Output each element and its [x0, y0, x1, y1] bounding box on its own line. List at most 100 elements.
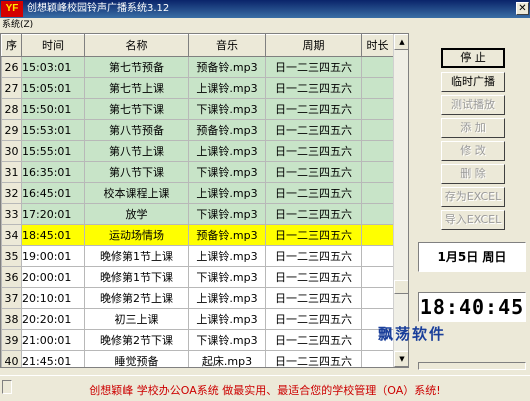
cell-music: 上课铃.mp3 [188, 287, 266, 309]
test-play-button[interactable]: 测试播放 [441, 95, 505, 115]
cell-seq: 38 [1, 308, 22, 330]
cell-seq: 28 [1, 98, 22, 120]
table-row[interactable]: 27 15:05:01 第七节上课 上课铃.mp3 日一二三四五六 [1, 77, 394, 99]
cell-name: 放学 [84, 203, 189, 225]
cell-period: 日一二三四五六 [265, 224, 362, 246]
cell-duration [361, 140, 394, 162]
cell-seq: 40 [1, 350, 22, 367]
delete-button[interactable]: 删 除 [441, 164, 505, 184]
cell-duration [361, 98, 394, 120]
cell-name: 第七节上课 [84, 77, 189, 99]
cell-name: 晚修第2节下课 [84, 329, 189, 351]
table-row[interactable]: 36 20:00:01 晚修第1节下课 下课铃.mp3 日一二三四五六 [1, 266, 394, 288]
menu-system[interactable]: 系统(Z) [2, 19, 33, 31]
cell-name: 校本课程上课 [84, 182, 189, 204]
column-header-duration[interactable]: 时长 [361, 34, 394, 57]
cell-seq: 35 [1, 245, 22, 267]
cell-music: 下课铃.mp3 [188, 266, 266, 288]
scroll-down-icon[interactable]: ▼ [394, 351, 408, 367]
scroll-up-icon[interactable]: ▲ [394, 34, 408, 50]
date-display: 1月5日 周日 [418, 242, 526, 272]
vertical-scrollbar[interactable]: ▲ ▼ [393, 34, 408, 367]
import-excel-button[interactable]: 导入EXCEL [441, 210, 505, 230]
table-row[interactable]: 28 15:50:01 第七节下课 下课铃.mp3 日一二三四五六 [1, 98, 394, 120]
cell-music: 上课铃.mp3 [188, 182, 266, 204]
cell-period: 日一二三四五六 [265, 287, 362, 309]
column-header-seq[interactable]: 序 [1, 34, 22, 57]
cell-music: 下课铃.mp3 [188, 329, 266, 351]
cell-period: 日一二三四五六 [265, 329, 362, 351]
cell-time: 18:45:01 [21, 224, 85, 246]
cell-duration [361, 161, 394, 183]
cell-name: 晚修第1节下课 [84, 266, 189, 288]
table-row[interactable]: 38 20:20:01 初三上课 上课铃.mp3 日一二三四五六 [1, 308, 394, 330]
close-icon[interactable]: ✕ [516, 2, 529, 15]
table-row[interactable]: 31 16:35:01 第八节下课 下课铃.mp3 日一二三四五六 [1, 161, 394, 183]
cell-seq: 33 [1, 203, 22, 225]
table-body: 26 15:03:01 第七节预备 预备铃.mp3 日一二三四五六 27 15:05:01 第… [1, 56, 394, 367]
window-title: 创想颖峰校园铃声广播系统3.12 [27, 3, 170, 14]
cell-name: 初三上课 [84, 308, 189, 330]
temp-broadcast-button[interactable]: 临时广播 [441, 72, 505, 92]
cell-seq: 32 [1, 182, 22, 204]
cell-time: 19:00:01 [21, 245, 85, 267]
cell-time: 16:35:01 [21, 161, 85, 183]
table-row[interactable]: 29 15:53:01 第八节预备 预备铃.mp3 日一二三四五六 [1, 119, 394, 141]
cell-seq: 36 [1, 266, 22, 288]
cell-period: 日一二三四五六 [265, 77, 362, 99]
cell-music: 下课铃.mp3 [188, 203, 266, 225]
table-row[interactable]: 34 18:45:01 运动场情场 预备铃.mp3 日一二三四五六 [1, 224, 394, 246]
table-row[interactable]: 40 21:45:01 睡觉预备 起床.mp3 日一二三四五六 [1, 350, 394, 367]
clock-display: 18:40:45 [418, 292, 526, 322]
table-row[interactable]: 26 15:03:01 第七节预备 预备铃.mp3 日一二三四五六 [1, 56, 394, 78]
column-header-name[interactable]: 名称 [84, 34, 189, 57]
cell-period: 日一二三四五六 [265, 245, 362, 267]
cell-music: 预备铃.mp3 [188, 224, 266, 246]
cell-music: 上课铃.mp3 [188, 308, 266, 330]
cell-music: 预备铃.mp3 [188, 119, 266, 141]
column-header-time[interactable]: 时间 [21, 34, 85, 57]
cell-period: 日一二三四五六 [265, 98, 362, 120]
status-bar: 创想颖峰 学校办公OA系统 做最实用、最适合您的学校管理（OA）系统! [0, 375, 530, 401]
cell-time: 21:45:01 [21, 350, 85, 367]
cell-seq: 29 [1, 119, 22, 141]
watermark-text: 飘荡软件 [378, 325, 447, 343]
cell-period: 日一二三四五六 [265, 266, 362, 288]
add-button[interactable]: 添 加 [441, 118, 505, 138]
cell-period: 日一二三四五六 [265, 161, 362, 183]
progress-bar [418, 362, 526, 370]
cell-music: 下课铃.mp3 [188, 161, 266, 183]
column-header-period[interactable]: 周期 [265, 34, 362, 57]
cell-music: 上课铃.mp3 [188, 140, 266, 162]
modify-button[interactable]: 修 改 [441, 141, 505, 161]
schedule-table: 序 时间 名称 音乐 周期 时长 26 15:03:01 第七节预备 预备铃.mp3 日… [1, 34, 394, 367]
table-row[interactable]: 32 16:45:01 校本课程上课 上课铃.mp3 日一二三四五六 [1, 182, 394, 204]
cell-name: 运动场情场 [84, 224, 189, 246]
cell-time: 15:03:01 [21, 56, 85, 78]
cell-seq: 27 [1, 77, 22, 99]
table-row[interactable]: 33 17:20:01 放学 下课铃.mp3 日一二三四五六 [1, 203, 394, 225]
cell-seq: 31 [1, 161, 22, 183]
cell-duration [361, 203, 394, 225]
save-excel-button[interactable]: 存为EXCEL [441, 187, 505, 207]
scroll-thumb[interactable] [394, 280, 408, 294]
cell-music: 预备铃.mp3 [188, 56, 266, 78]
table-header: 序 时间 名称 音乐 周期 时长 [1, 34, 394, 57]
cell-period: 日一二三四五六 [265, 140, 362, 162]
cell-name: 晚修第2节上课 [84, 287, 189, 309]
table-row[interactable]: 35 19:00:01 晚修第1节上课 上课铃.mp3 日一二三四五六 [1, 245, 394, 267]
cell-time: 20:10:01 [21, 287, 85, 309]
cell-name: 第七节下课 [84, 98, 189, 120]
cell-duration [361, 119, 394, 141]
table-row[interactable]: 30 15:55:01 第八节上课 上课铃.mp3 日一二三四五六 [1, 140, 394, 162]
status-text: 创想颖峰 学校办公OA系统 做最实用、最适合您的学校管理（OA）系统! [89, 384, 441, 397]
stop-button[interactable]: 停 止 [441, 48, 505, 68]
table-row[interactable]: 39 21:00:01 晚修第2节下课 下课铃.mp3 日一二三四五六 [1, 329, 394, 351]
cell-seq: 34 [1, 224, 22, 246]
cell-duration [361, 245, 394, 267]
cell-time: 16:45:01 [21, 182, 85, 204]
column-header-music[interactable]: 音乐 [188, 34, 266, 57]
cell-duration [361, 182, 394, 204]
cell-name: 第八节下课 [84, 161, 189, 183]
table-row[interactable]: 37 20:10:01 晚修第2节上课 上课铃.mp3 日一二三四五六 [1, 287, 394, 309]
